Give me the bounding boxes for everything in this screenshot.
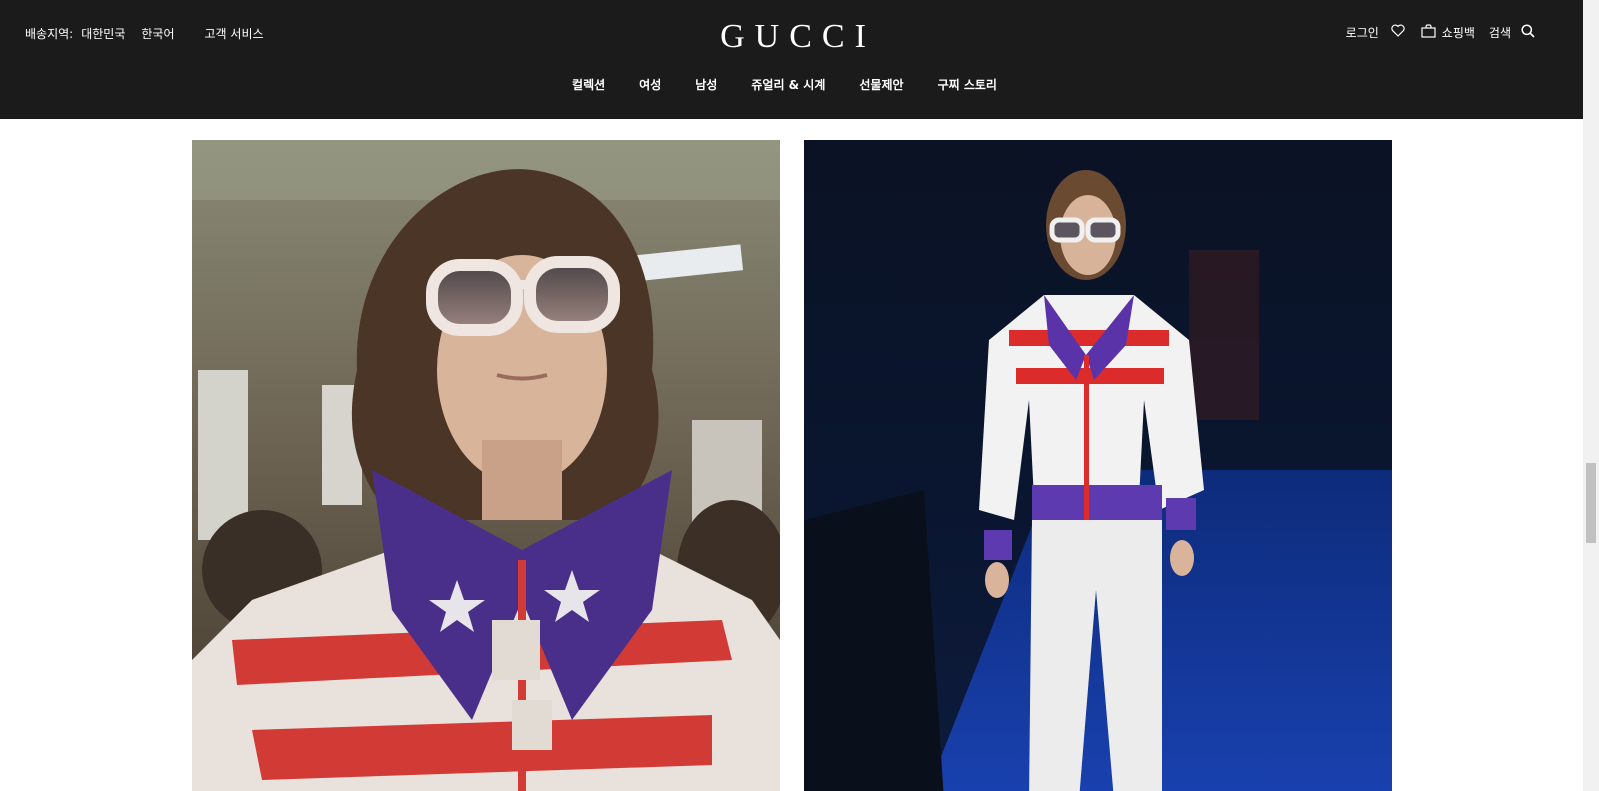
backstage-closeup-photo (192, 140, 780, 791)
search-icon (1521, 23, 1535, 41)
shipping-region-label: 배송지역: (25, 26, 74, 41)
runway-photo (804, 140, 1392, 791)
scrollbar-thumb[interactable] (1586, 463, 1596, 543)
site-header: 배송지역: 대한민국 한국어 고객 서비스 GUCCI 로그인 쇼핑백 검색 컬… (0, 0, 1583, 119)
heart-icon (1391, 24, 1405, 40)
nav-item-collection[interactable]: 컬렉션 (572, 76, 605, 93)
customer-service-link[interactable]: 고객 서비스 (205, 25, 264, 42)
main-nav: 컬렉션 여성 남성 쥬얼리 & 시계 선물제안 구찌 스토리 (0, 74, 1583, 94)
shopping-bag-label: 쇼핑백 (1441, 25, 1475, 40)
nav-item-jewelry-watches[interactable]: 쥬얼리 & 시계 (751, 76, 825, 93)
shopping-bag-icon (1421, 23, 1442, 41)
nav-item-women[interactable]: 여성 (639, 76, 661, 93)
language-selector[interactable]: 한국어 (141, 25, 174, 42)
nav-item-men[interactable]: 남성 (695, 76, 717, 93)
shipping-region-selector[interactable]: 대한민국 (81, 25, 125, 42)
nav-item-gucci-stories[interactable]: 구찌 스토리 (938, 76, 997, 93)
search-button[interactable]: 검색 (1488, 23, 1535, 41)
wishlist-button[interactable] (1391, 24, 1405, 40)
login-link[interactable]: 로그인 (1346, 24, 1379, 41)
nav-item-gifts[interactable]: 선물제안 (859, 76, 903, 93)
search-label: 검색 (1488, 25, 1511, 40)
utility-left: 배송지역: 대한민국 한국어 고객 서비스 (25, 24, 264, 42)
shopping-bag-button[interactable]: 쇼핑백 (1421, 23, 1475, 41)
gucci-logo[interactable]: GUCCI (711, 18, 875, 55)
page: 배송지역: 대한민국 한국어 고객 서비스 GUCCI 로그인 쇼핑백 검색 컬… (0, 0, 1599, 791)
vertical-scrollbar[interactable] (1583, 0, 1599, 791)
utility-right: 로그인 쇼핑백 검색 (1346, 22, 1535, 42)
